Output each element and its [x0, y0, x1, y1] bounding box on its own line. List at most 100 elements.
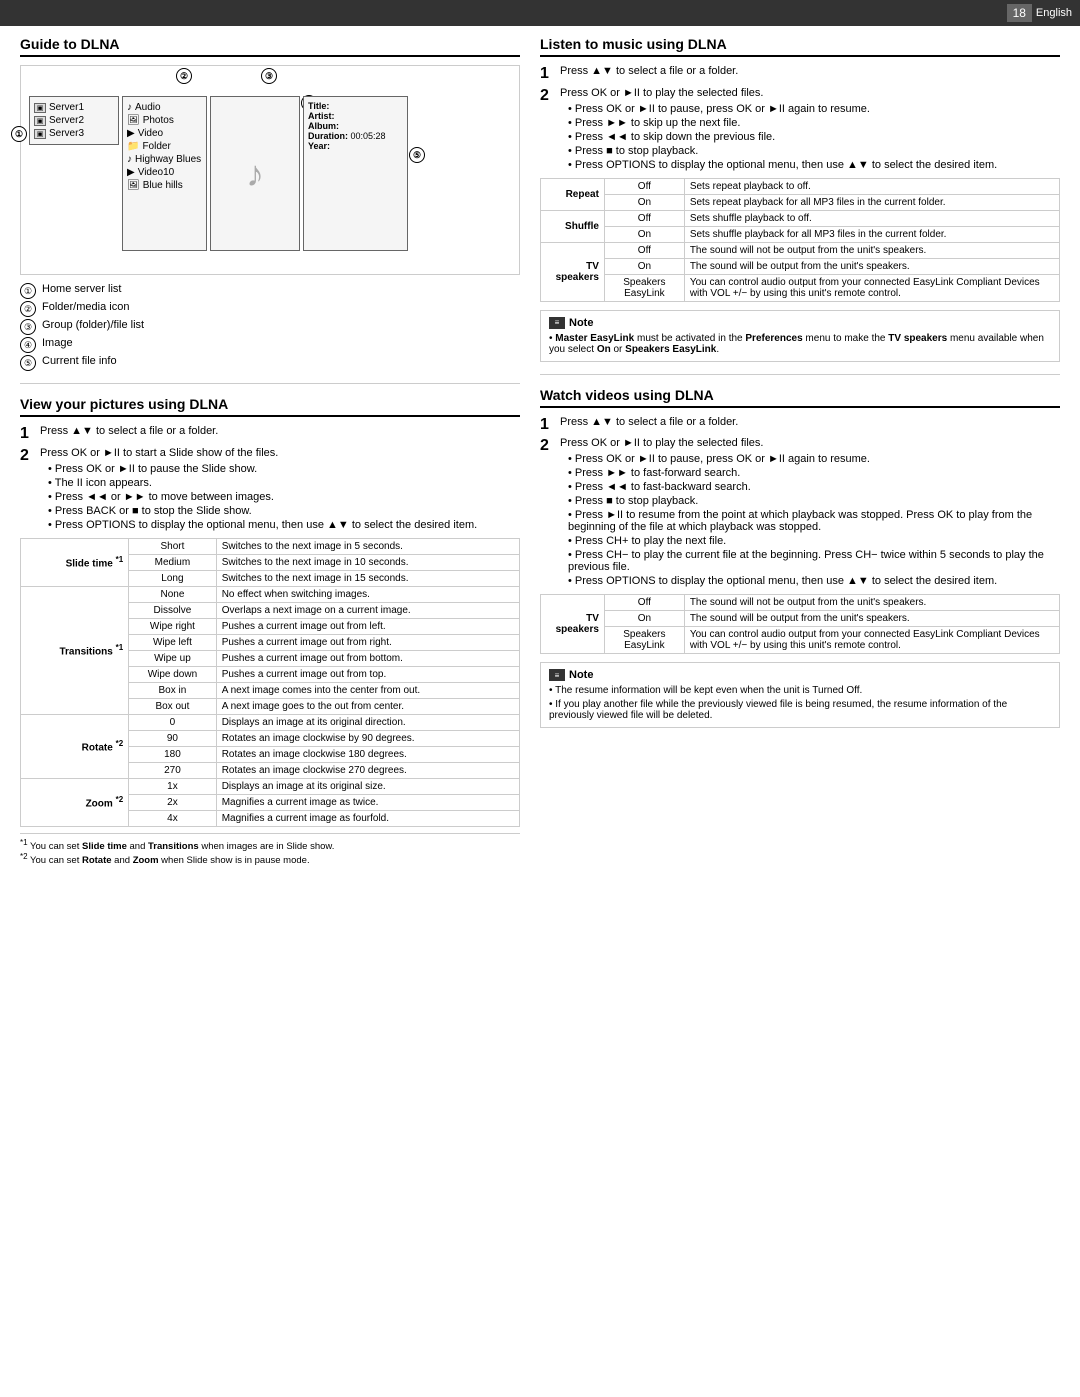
- slide-medium-desc: Switches to the next image in 10 seconds…: [216, 554, 519, 570]
- watch-bullet-7: Press OPTIONS to display the optional me…: [568, 574, 1060, 588]
- view-options-table: Slide time *1 Short Switches to the next…: [20, 538, 520, 827]
- trans-boxin-desc: A next image comes into the center from …: [216, 682, 519, 698]
- main-content: Guide to DLNA ② ③ ① ▣ Server1: [0, 26, 1080, 876]
- zoom-1x-desc: Displays an image at its original size.: [216, 778, 519, 794]
- rotate-270-sub: 270: [129, 762, 217, 778]
- trans-none-sub: None: [129, 586, 217, 602]
- tv-spk-on-sub: On: [604, 258, 684, 274]
- watch-tv-spk-on-sub: On: [604, 611, 684, 627]
- listen-step1: 1 Press ▲▼ to select a file or a folder.: [540, 65, 1060, 83]
- top-bar: 18 English: [0, 0, 1080, 26]
- zoom-label: Zoom *2: [21, 778, 129, 826]
- repeat-on-desc: Sets repeat playback for all MP3 files i…: [684, 194, 1059, 210]
- trans-wiperight-sub: Wipe right: [129, 618, 217, 634]
- footnote-2: *2 You can set Rotate and Zoom when Slid…: [20, 852, 520, 866]
- tv-speakers-label: TV speakers: [541, 242, 605, 301]
- watch-bullet-6: Press CH− to play the current file at th…: [568, 548, 1060, 574]
- listen-options-table: Repeat Off Sets repeat playback to off. …: [540, 178, 1060, 302]
- listen-bullets: Press OK or ►II to pause, press OK or ►I…: [568, 102, 1060, 172]
- trans-wipedown-desc: Pushes a current image out from top.: [216, 666, 519, 682]
- watch-step1: 1 Press ▲▼ to select a file or a folder.: [540, 416, 1060, 434]
- callout-1: ①: [11, 126, 27, 142]
- listen-bullet-3: Press ■ to stop playback.: [568, 144, 1060, 158]
- tv-spk-off-row: TV speakers Off The sound will not be ou…: [541, 242, 1060, 258]
- view-step2: 2 Press OK or ►II to start a Slide show …: [20, 447, 520, 532]
- rotate-0-desc: Displays an image at its original direct…: [216, 714, 519, 730]
- trans-wipeleft-sub: Wipe left: [129, 634, 217, 650]
- zoom-2x-desc: Magnifies a current image as twice.: [216, 794, 519, 810]
- listen-bullet-1: Press ►► to skip up the next file.: [568, 116, 1060, 130]
- trans-wipeup-sub: Wipe up: [129, 650, 217, 666]
- server2: ▣ Server2: [34, 114, 114, 127]
- music-note-icon: ♪: [246, 153, 264, 195]
- watch-bullet-4: Press ►II to resume from the point at wh…: [568, 508, 1060, 534]
- tv-spk-off-sub: Off: [604, 242, 684, 258]
- watch-step2: 2 Press OK or ►II to play the selected f…: [540, 437, 1060, 588]
- folder-panel: ♪Audio 🖼Photos ▶Video 📁Folder ♪Highway B…: [122, 96, 207, 251]
- repeat-off-desc: Sets repeat playback to off.: [684, 178, 1059, 194]
- watch-note-header: ≡ Note: [549, 669, 1051, 681]
- dlna-diagram: ② ③ ① ▣ Server1 ▣ Server2: [20, 65, 520, 275]
- trans-boxin-sub: Box in: [129, 682, 217, 698]
- watch-title: Watch videos using DLNA: [540, 387, 1060, 408]
- view-section: View your pictures using DLNA 1 Press ▲▼…: [20, 396, 520, 866]
- tv-spk-on-desc: The sound will be output from the unit's…: [684, 258, 1059, 274]
- trans-dissolve-desc: Overlaps a next image on a current image…: [216, 602, 519, 618]
- legend-5: ⑤ Current file info: [20, 355, 520, 371]
- watch-bullet-0: Press OK or ►II to pause, press OK or ►I…: [568, 452, 1060, 466]
- listen-bullet-4: Press OPTIONS to display the optional me…: [568, 158, 1060, 172]
- rotate-90-desc: Rotates an image clockwise by 90 degrees…: [216, 730, 519, 746]
- watch-note-text-2: • If you play another file while the pre…: [549, 699, 1051, 721]
- watch-options-table: TV speakers Off The sound will not be ou…: [540, 594, 1060, 654]
- watch-bullet-2: Press ◄◄ to fast-backward search.: [568, 480, 1060, 494]
- shuffle-on-desc: Sets shuffle playback for all MP3 files …: [684, 226, 1059, 242]
- footnotes: *1 You can set Slide time and Transition…: [20, 833, 520, 866]
- listen-title: Listen to music using DLNA: [540, 36, 1060, 57]
- server1: ▣ Server1: [34, 101, 114, 114]
- repeat-on-sub: On: [604, 194, 684, 210]
- slide-time-label: Slide time *1: [21, 538, 129, 586]
- watch-tv-speakers-label: TV speakers: [541, 595, 605, 654]
- transitions-label: Transitions *1: [21, 586, 129, 714]
- zoom-1x-row: Zoom *2 1x Displays an image at its orig…: [21, 778, 520, 794]
- view-bullet-4: Press OPTIONS to display the optional me…: [48, 518, 520, 532]
- watch-note-icon: ≡: [549, 669, 565, 681]
- tv-spk-off-desc: The sound will not be output from the un…: [684, 242, 1059, 258]
- legend-1: ① Home server list: [20, 283, 520, 299]
- server3: ▣ Server3: [34, 127, 114, 140]
- trans-wipeleft-desc: Pushes a current image out from right.: [216, 634, 519, 650]
- left-column: Guide to DLNA ② ③ ① ▣ Server1: [20, 36, 520, 866]
- trans-wipedown-sub: Wipe down: [129, 666, 217, 682]
- legend-2: ② Folder/media icon: [20, 301, 520, 317]
- trans-boxout-sub: Box out: [129, 698, 217, 714]
- shuffle-off-row: Shuffle Off Sets shuffle playback to off…: [541, 210, 1060, 226]
- repeat-off-sub: Off: [604, 178, 684, 194]
- guide-title: Guide to DLNA: [20, 36, 520, 57]
- rotate-180-sub: 180: [129, 746, 217, 762]
- watch-bullet-3: Press ■ to stop playback.: [568, 494, 1060, 508]
- image-panel: ④ ♪: [210, 96, 300, 251]
- watch-tv-spk-off-desc: The sound will not be output from the un…: [684, 595, 1059, 611]
- listen-bullet-2: Press ◄◄ to skip down the previous file.: [568, 130, 1060, 144]
- repeat-label: Repeat: [541, 178, 605, 210]
- zoom-1x-sub: 1x: [129, 778, 217, 794]
- zoom-2x-sub: 2x: [129, 794, 217, 810]
- right-column: Listen to music using DLNA 1 Press ▲▼ to…: [540, 36, 1060, 866]
- callout-3: ③: [261, 68, 277, 84]
- rotate-270-desc: Rotates an image clockwise 270 degrees.: [216, 762, 519, 778]
- slide-medium-sub: Medium: [129, 554, 217, 570]
- repeat-on-row: On Sets repeat playback for all MP3 file…: [541, 194, 1060, 210]
- view-bullet-1: The II icon appears.: [48, 476, 520, 490]
- watch-tv-spk-easylink-row: Speakers EasyLink You can control audio …: [541, 627, 1060, 654]
- tv-spk-easylink-desc: You can control audio output from your c…: [684, 274, 1059, 301]
- watch-tv-spk-on-row: On The sound will be output from the uni…: [541, 611, 1060, 627]
- slide-short-sub: Short: [129, 538, 217, 554]
- shuffle-on-sub: On: [604, 226, 684, 242]
- watch-tv-spk-off-row: TV speakers Off The sound will not be ou…: [541, 595, 1060, 611]
- trans-wiperight-desc: Pushes a current image out from left.: [216, 618, 519, 634]
- trans-none-desc: No effect when switching images.: [216, 586, 519, 602]
- watch-tv-spk-easylink-sub: Speakers EasyLink: [604, 627, 684, 654]
- watch-note-text-1: • The resume information will be kept ev…: [549, 685, 1051, 696]
- rotate-90-sub: 90: [129, 730, 217, 746]
- page-number: 18: [1007, 4, 1032, 22]
